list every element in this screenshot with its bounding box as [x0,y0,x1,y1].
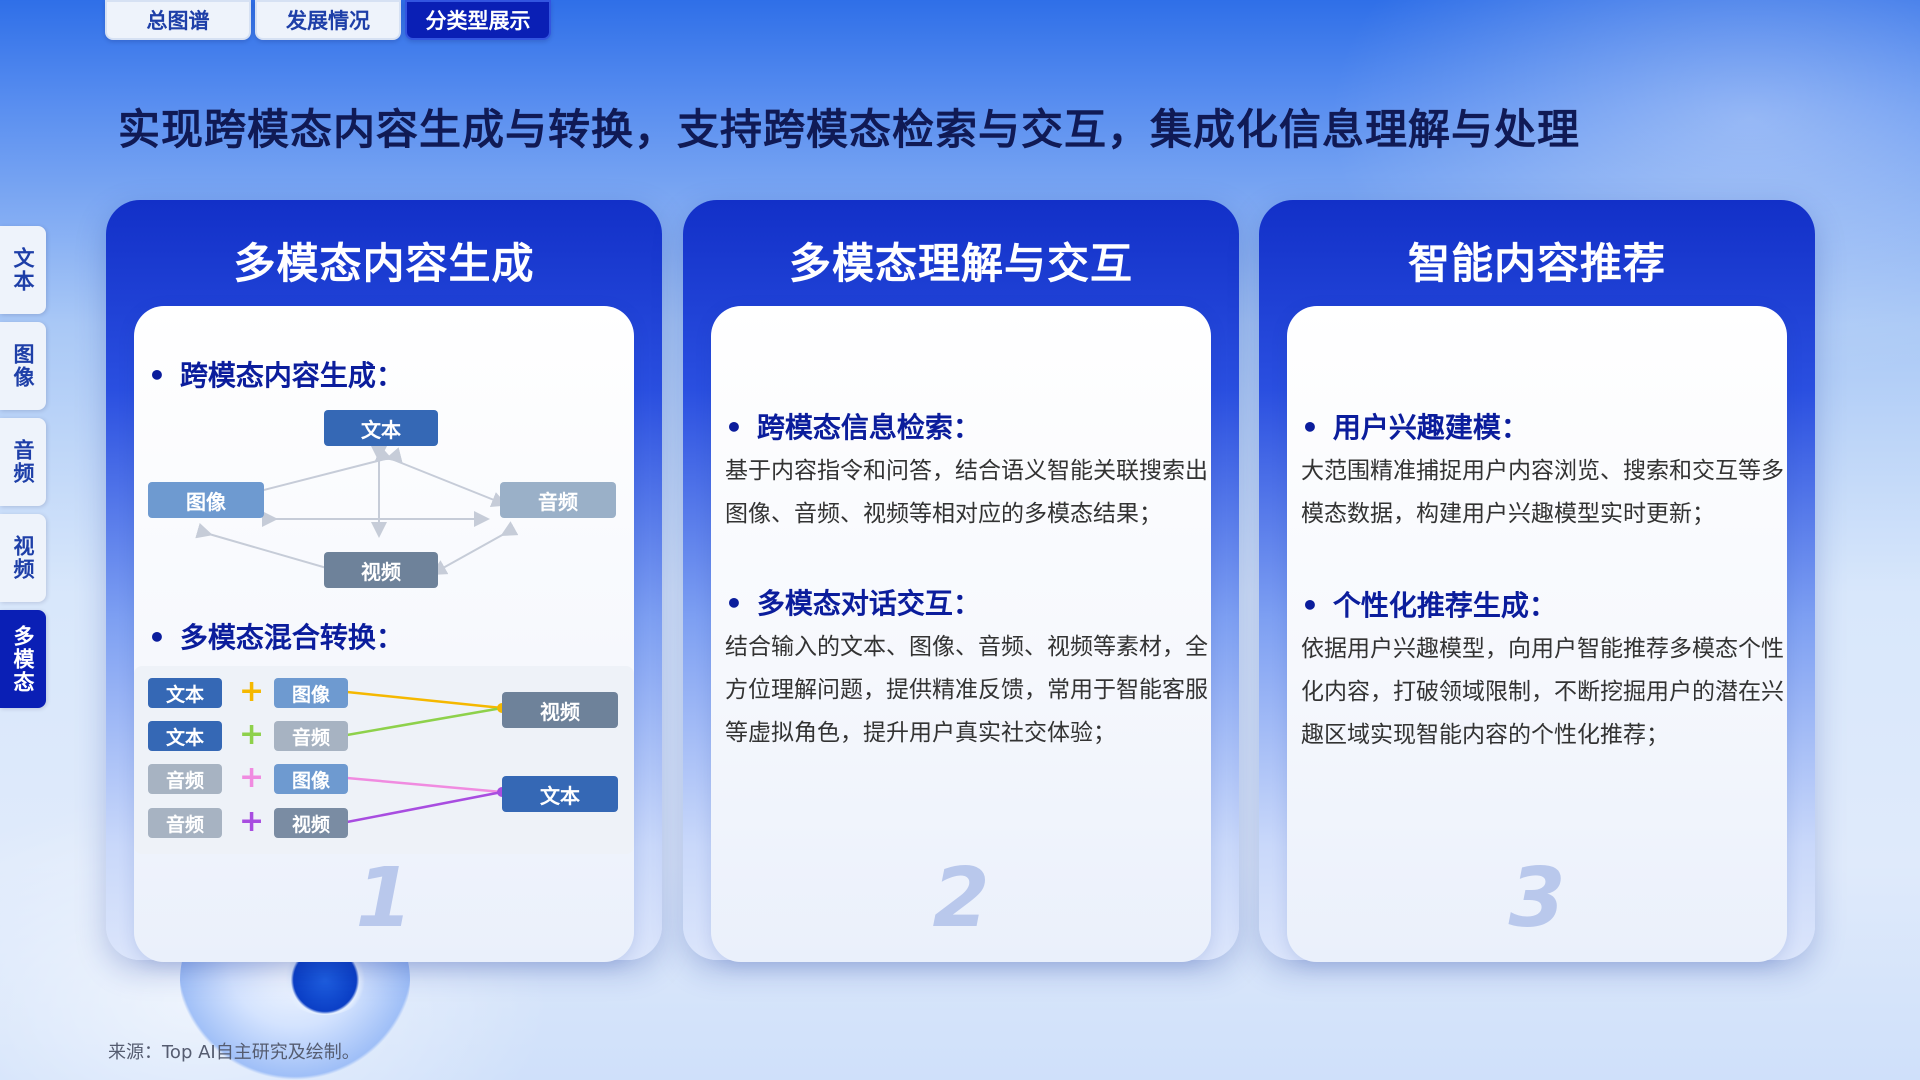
side-tab-text[interactable]: 文本 [0,226,46,314]
source-note: 来源：Top AI自主研究及绘制。 [108,1042,360,1063]
bullet-heading: 多模态对话交互： [725,582,981,622]
card-multimodal-generation: 多模态内容生成 跨模态内容生成： 文本 图像 音频 视频 多模态混合转换： [106,200,662,962]
tab-by-category[interactable]: 分类型展示 [405,0,551,40]
tab-overview[interactable]: 总图谱 [105,0,251,40]
combo-row2-right: 音频 [274,721,348,751]
side-tab-multimodal[interactable]: 多模态 [0,610,46,708]
card-smart-recommendation: 智能内容推荐 用户兴趣建模： 大范围精准捕捉用户内容浏览、搜索和交互等多模态数据… [1259,200,1815,962]
tab-development[interactable]: 发展情况 [255,0,401,40]
combo-output-video: 视频 [502,692,618,728]
card-multimodal-understanding: 多模态理解与交互 跨模态信息检索： 基于内容指令和问答，结合语义智能关联搜索出图… [683,200,1239,962]
diagram-node-text: 文本 [324,410,438,446]
bullet-heading: 个性化推荐生成： [1301,584,1557,624]
page-title: 实现跨模态内容生成与转换，支持跨模态检索与交互，集成化信息理解与处理 [118,105,1581,154]
bullet-heading: 跨模态信息检索： [725,406,981,446]
combo-row1-left: 文本 [148,678,222,708]
combo-row3-left: 音频 [148,764,222,794]
combo-row3-right: 图像 [274,764,348,794]
bullet-paragraph: 依据用户兴趣模型，向用户智能推荐多模态个性化内容，打破领域限制，不断挖掘用户的潜… [1301,636,1784,748]
card-body: 跨模态信息检索： 基于内容指令和问答，结合语义智能关联搜索出图像、音频、视频等相… [711,306,1211,962]
combo-row4-right: 视频 [274,808,348,838]
combo-output-text: 文本 [502,776,618,812]
plus-icon: + [239,804,265,839]
top-tab-bar: 总图谱 发展情况 分类型展示 [105,0,551,40]
card-number: 1 [355,851,413,946]
card-title: 多模态内容生成 [233,239,535,288]
diagram-node-audio: 音频 [500,482,616,518]
plus-icon: + [239,717,265,752]
card-title: 多模态理解与交互 [788,239,1133,288]
bullet-paragraph: 大范围精准捕捉用户内容浏览、搜索和交互等多模态数据，构建用户兴趣模型实时更新； [1301,458,1784,527]
side-tab-image[interactable]: 图像 [0,322,46,410]
diagram-node-video: 视频 [324,552,438,588]
card-number: 3 [1508,851,1566,946]
card-body: 跨模态内容生成： 文本 图像 音频 视频 多模态混合转换： [134,306,634,962]
bullet-paragraph: 结合输入的文本、图像、音频、视频等素材，全方位理解问题，提供精准反馈，常用于智能… [725,634,1208,746]
combo-row4-left: 音频 [148,808,222,838]
card-title: 智能内容推荐 [1407,239,1666,288]
combo-row2-left: 文本 [148,721,222,751]
plus-icon: + [239,674,265,709]
bullet-paragraph: 基于内容指令和问答，结合语义智能关联搜索出图像、音频、视频等相对应的多模态结果； [725,458,1208,527]
combo-row1-right: 图像 [274,678,348,708]
side-tab-video[interactable]: 视频 [0,514,46,602]
card-body: 用户兴趣建模： 大范围精准捕捉用户内容浏览、搜索和交互等多模态数据，构建用户兴趣… [1287,306,1787,962]
bullet-heading: 多模态混合转换： [148,616,404,656]
card-number: 2 [932,851,990,946]
side-tab-audio[interactable]: 音频 [0,418,46,506]
bullet-heading: 跨模态内容生成： [148,354,404,394]
bullet-heading: 用户兴趣建模： [1301,406,1529,446]
diagram-node-image: 图像 [148,482,264,518]
plus-icon: + [239,760,265,795]
side-tab-bar: 文本 图像 音频 视频 多模态 [0,226,46,708]
